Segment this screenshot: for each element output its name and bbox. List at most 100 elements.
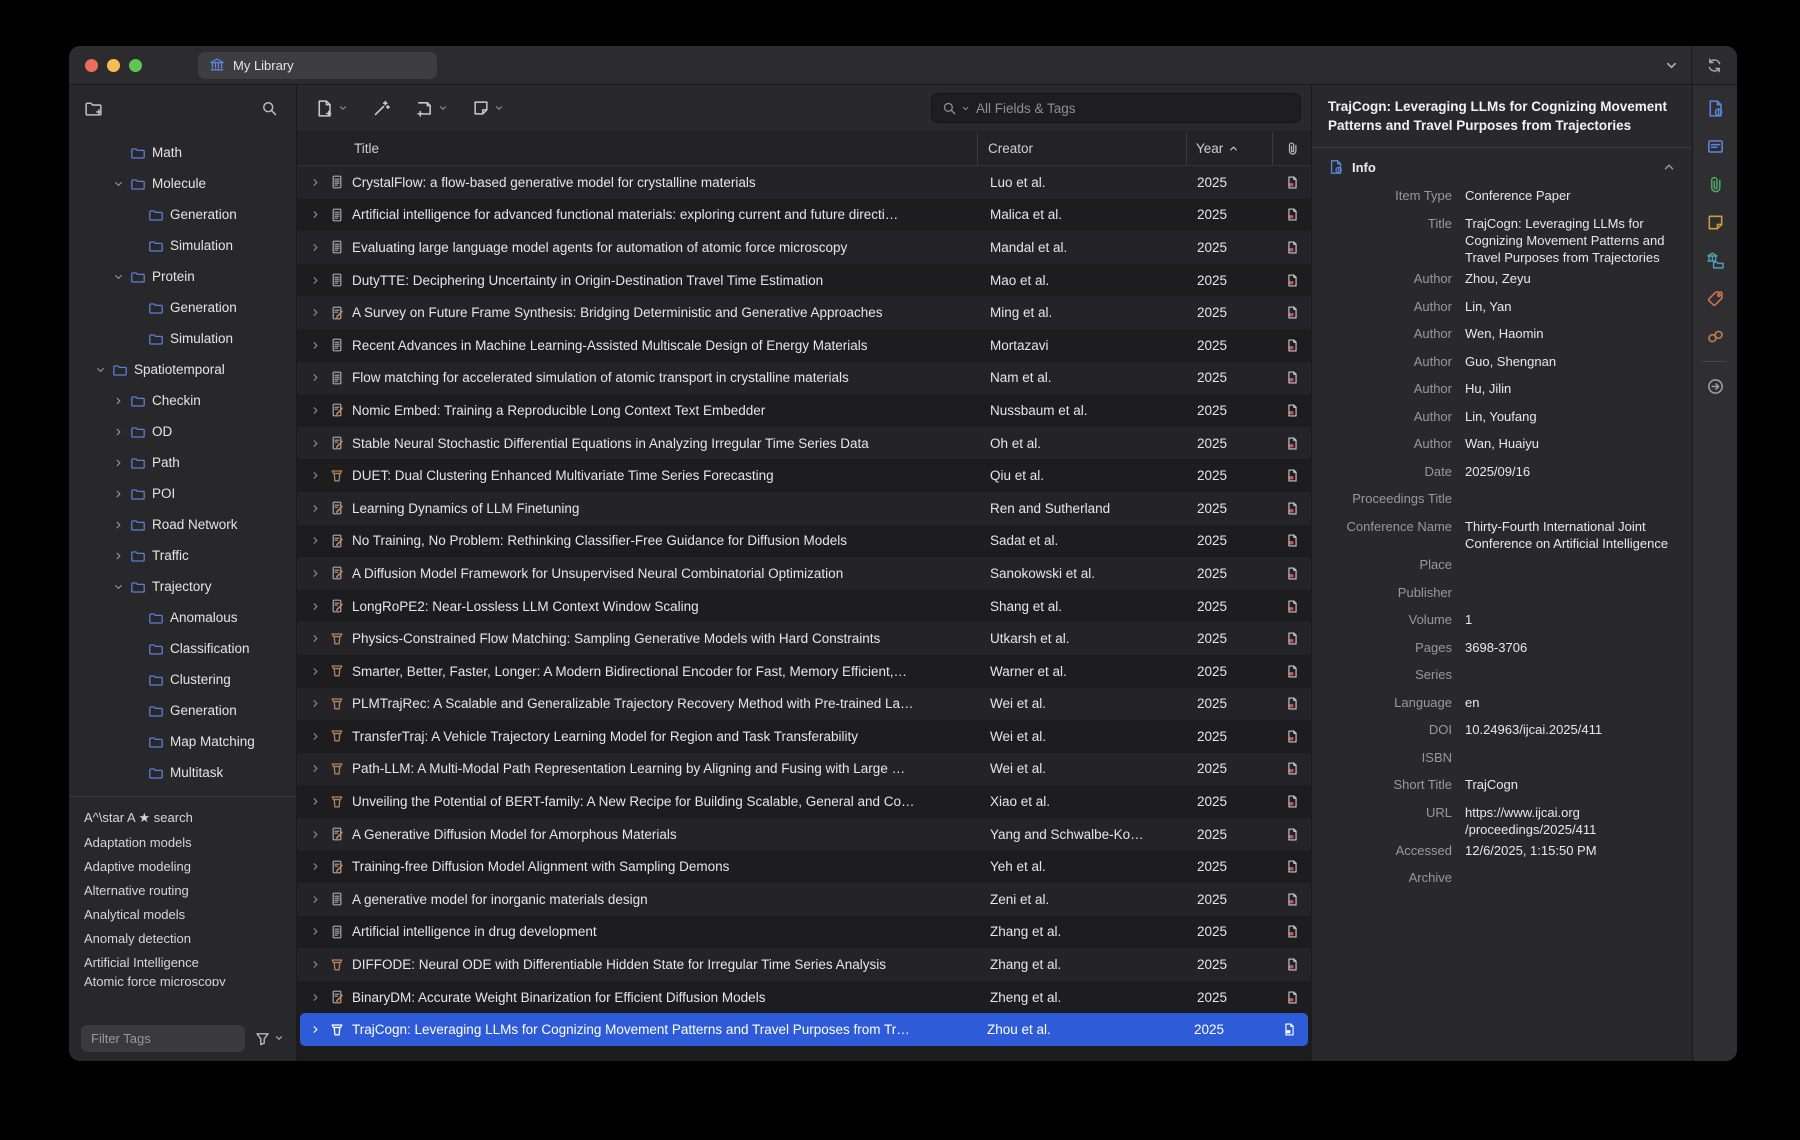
collection-tree-item[interactable]: OD <box>69 416 296 447</box>
new-note-button[interactable] <box>472 99 504 117</box>
field-value[interactable] <box>1465 552 1678 556</box>
field-value[interactable]: Zhou, Zeyu <box>1465 266 1678 287</box>
tag-item[interactable]: Analytical models <box>84 902 296 926</box>
row-twisty-icon[interactable] <box>309 992 322 1003</box>
item-row[interactable]: Nomic Embed: Training a Reproducible Lon… <box>297 394 1311 427</box>
add-by-identifier-button[interactable] <box>372 99 391 118</box>
tree-twisty-icon[interactable] <box>113 178 124 190</box>
item-row[interactable]: LongRoPE2: Near-Lossless LLM Context Win… <box>297 590 1311 623</box>
item-row[interactable]: BinaryDM: Accurate Weight Binarization f… <box>297 981 1311 1014</box>
tree-twisty-icon[interactable] <box>113 457 124 469</box>
tag-item[interactable]: Alternative routing <box>84 878 296 902</box>
item-row[interactable]: Flow matching for accelerated simulation… <box>297 362 1311 395</box>
tree-twisty-icon[interactable] <box>113 395 124 407</box>
item-row[interactable]: PLMTrajRec: A Scalable and Generalizable… <box>297 688 1311 721</box>
search-input[interactable] <box>974 100 1290 117</box>
collection-tree-item[interactable]: Map Matching <box>69 726 296 757</box>
collection-tree-item[interactable]: Checkin <box>69 385 296 416</box>
zoom-window-button[interactable] <box>129 59 142 72</box>
field-value[interactable]: Wen, Haomin <box>1465 321 1678 342</box>
field-value[interactable]: Thirty-Fourth International Joint Confer… <box>1465 514 1678 552</box>
collection-tree-item[interactable]: Classification <box>69 633 296 664</box>
collection-tree-item[interactable]: Spatiotemporal <box>69 354 296 385</box>
field-value[interactable]: 3698-3706 <box>1465 635 1678 656</box>
row-twisty-icon[interactable] <box>309 796 322 807</box>
item-row[interactable]: DutyTTE: Deciphering Uncertainty in Orig… <box>297 264 1311 297</box>
collection-tree-item[interactable]: Generation <box>69 695 296 726</box>
tab-my-library[interactable]: My Library <box>198 52 437 79</box>
row-twisty-icon[interactable] <box>309 470 322 481</box>
field-value[interactable]: https://www.ijcai.org /proceedings/2025/… <box>1465 800 1678 838</box>
collection-tree-item[interactable]: Protein <box>69 261 296 292</box>
field-value[interactable] <box>1465 580 1678 584</box>
item-row[interactable]: DUET: Dual Clustering Enhanced Multivari… <box>297 459 1311 492</box>
tag-item[interactable]: Adaptive modeling <box>84 854 296 878</box>
tags-pane-button[interactable] <box>1706 289 1725 308</box>
row-twisty-icon[interactable] <box>309 535 322 546</box>
collection-tree-item[interactable]: Path <box>69 447 296 478</box>
field-value[interactable]: Conference Paper <box>1465 183 1678 204</box>
minimize-window-button[interactable] <box>107 59 120 72</box>
item-row[interactable]: Stable Neural Stochastic Differential Eq… <box>297 427 1311 460</box>
field-value[interactable] <box>1465 486 1678 490</box>
info-section-header[interactable]: Info <box>1312 148 1692 183</box>
item-row[interactable]: Smarter, Better, Faster, Longer: A Moder… <box>297 655 1311 688</box>
item-row[interactable]: CrystalFlow: a flow-based generative mod… <box>297 166 1311 199</box>
field-value[interactable] <box>1465 662 1678 666</box>
row-twisty-icon[interactable] <box>309 731 322 742</box>
item-row[interactable]: Learning Dynamics of LLM Finetuning Ren … <box>297 492 1311 525</box>
field-value[interactable] <box>1465 865 1678 869</box>
notes-pane-button[interactable] <box>1706 213 1725 232</box>
collection-tree-item[interactable]: Simulation <box>69 323 296 354</box>
tree-twisty-icon[interactable] <box>113 581 124 593</box>
new-collection-button[interactable] <box>84 99 103 118</box>
row-twisty-icon[interactable] <box>309 633 322 644</box>
item-row[interactable]: A Diffusion Model Framework for Unsuperv… <box>297 557 1311 590</box>
field-value[interactable]: Lin, Youfang <box>1465 404 1678 425</box>
field-value[interactable]: Guo, Shengnan <box>1465 349 1678 370</box>
related-pane-button[interactable] <box>1706 327 1725 346</box>
collection-tree-item[interactable]: Molecule <box>69 168 296 199</box>
item-row[interactable]: Evaluating large language model agents f… <box>297 231 1311 264</box>
collection-tree-item[interactable]: POI <box>69 478 296 509</box>
tree-twisty-icon[interactable] <box>113 426 124 438</box>
row-twisty-icon[interactable] <box>309 503 322 514</box>
item-row[interactable]: TrajCogn: Leveraging LLMs for Cognizing … <box>300 1013 1308 1046</box>
row-twisty-icon[interactable] <box>309 405 322 416</box>
row-twisty-icon[interactable] <box>309 340 322 351</box>
tag-filter-input[interactable] <box>81 1025 245 1052</box>
collection-tree-item[interactable]: Generation <box>69 199 296 230</box>
field-value[interactable]: 1 <box>1465 607 1678 628</box>
field-value[interactable]: Hu, Jilin <box>1465 376 1678 397</box>
field-value[interactable]: TrajCogn: Leveraging LLMs for Cognizing … <box>1465 211 1678 266</box>
row-twisty-icon[interactable] <box>309 242 322 253</box>
collection-tree-item[interactable]: Anomalous <box>69 602 296 633</box>
search-field[interactable] <box>931 93 1301 123</box>
collection-tree-item[interactable]: Math <box>69 137 296 168</box>
item-row[interactable]: Recent Advances in Machine Learning-Assi… <box>297 329 1311 362</box>
collection-tree-item[interactable]: Generation <box>69 292 296 323</box>
info-pane-button[interactable] <box>1706 99 1725 118</box>
column-header-attachment[interactable] <box>1272 132 1311 165</box>
collapse-section-icon[interactable] <box>1662 160 1676 174</box>
add-attachment-button[interactable] <box>415 99 448 118</box>
item-row[interactable]: Training-free Diffusion Model Alignment … <box>297 850 1311 883</box>
item-row[interactable]: DIFFODE: Neural ODE with Differentiable … <box>297 948 1311 981</box>
row-twisty-icon[interactable] <box>309 275 322 286</box>
collection-tree-item[interactable]: Simulation <box>69 230 296 261</box>
row-twisty-icon[interactable] <box>309 861 322 872</box>
collection-tree-item[interactable]: Multitask <box>69 757 296 788</box>
field-value[interactable]: en <box>1465 690 1678 711</box>
tag-item[interactable]: Artificial Intelligence <box>84 950 296 974</box>
locate-pane-button[interactable] <box>1706 377 1725 396</box>
tag-item[interactable]: Adaptation models <box>84 830 296 854</box>
row-twisty-icon[interactable] <box>309 1024 322 1035</box>
tag-item[interactable]: Anomaly detection <box>84 926 296 950</box>
field-value[interactable] <box>1465 745 1678 749</box>
row-twisty-icon[interactable] <box>309 372 322 383</box>
row-twisty-icon[interactable] <box>309 763 322 774</box>
row-twisty-icon[interactable] <box>309 666 322 677</box>
collections-pane-button[interactable] <box>1706 251 1725 270</box>
field-value[interactable]: Lin, Yan <box>1465 294 1678 315</box>
field-value[interactable]: TrajCogn <box>1465 772 1678 793</box>
